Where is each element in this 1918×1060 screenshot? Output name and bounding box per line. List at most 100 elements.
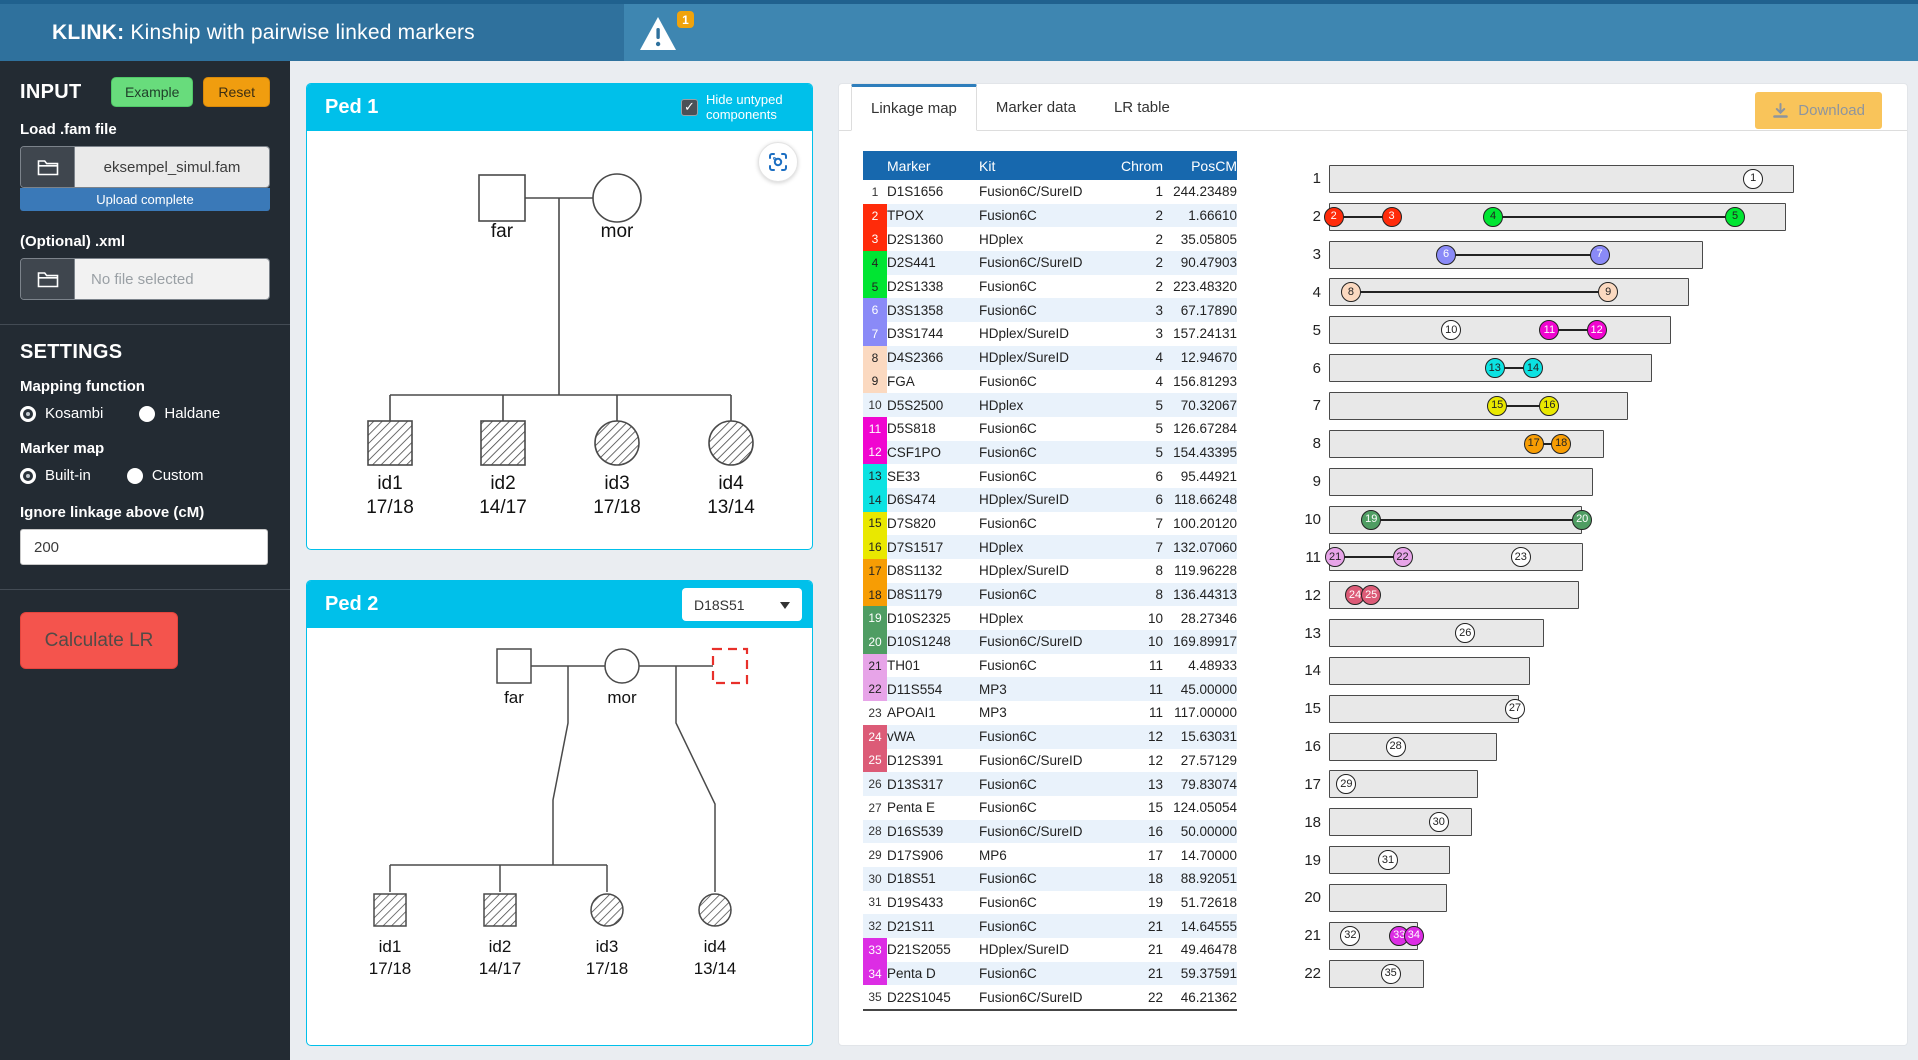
marker-table-row: 24vWAFusion6C1215.63031: [863, 725, 1237, 749]
marker-table-row: 4D2S441Fusion6C/SureID290.47903: [863, 251, 1237, 275]
hide-untyped-label: Hide untyped components: [706, 93, 802, 123]
download-label: Download: [1798, 102, 1865, 119]
marker-circle: 22: [1393, 547, 1413, 567]
ignore-linkage-input[interactable]: 200: [20, 529, 268, 565]
reset-button[interactable]: Reset: [203, 77, 270, 107]
marker-table-row: 28D16S539Fusion6C/SureID1650.00000: [863, 820, 1237, 844]
fam-file-input[interactable]: eksempel_simul.fam: [20, 146, 270, 188]
svg-text:17/18: 17/18: [593, 497, 641, 518]
app-title-bold: KLINK:: [52, 21, 124, 44]
marker-circle: 14: [1523, 358, 1543, 378]
chromosome-bar: [1329, 468, 1593, 496]
chevron-down-icon: [780, 602, 790, 614]
ped2-chart: far mor id1 17/18 id2 14/17 id3 17/18 id…: [307, 628, 812, 1045]
chromosome-label: 18: [1279, 814, 1321, 831]
marker-circle: 32: [1340, 926, 1360, 946]
example-button[interactable]: Example: [111, 77, 193, 107]
xml-placeholder-field[interactable]: No file selected: [75, 259, 269, 299]
chromosome-bar: 67: [1329, 241, 1703, 269]
chromosome-label: 7: [1279, 397, 1321, 414]
svg-text:13/14: 13/14: [694, 959, 737, 978]
svg-text:17/18: 17/18: [366, 497, 414, 518]
ped2-child2-symbol: [484, 894, 516, 926]
marker-table-row: 5D2S1338Fusion6C2223.48320: [863, 275, 1237, 299]
svg-text:17/18: 17/18: [369, 959, 412, 978]
fam-filename-field[interactable]: eksempel_simul.fam: [75, 147, 269, 187]
input-heading: INPUT: [20, 81, 101, 104]
tab-linkage-map[interactable]: Linkage map: [851, 84, 977, 131]
radio-haldane[interactable]: Haldane: [139, 405, 220, 422]
marker-link-line: [1351, 291, 1608, 293]
marker-table-row: 13SE33Fusion6C695.44921: [863, 464, 1237, 488]
radio-custom[interactable]: Custom: [127, 467, 204, 484]
marker-table-header: Marker Kit Chrom PosCM: [863, 151, 1237, 180]
radio-label: Haldane: [164, 405, 220, 422]
chromosome-label: 19: [1279, 852, 1321, 869]
marker-circle: 19: [1361, 510, 1381, 530]
chromosome-label: 14: [1279, 662, 1321, 679]
chromosome-row: 1527: [1279, 690, 1899, 728]
chromosome-label: 17: [1279, 776, 1321, 793]
ped2-title: Ped 2: [325, 593, 682, 616]
ped2-child3-symbol: [591, 894, 623, 926]
folder-icon[interactable]: [21, 259, 75, 299]
tab-marker-data[interactable]: Marker data: [977, 84, 1095, 130]
marker-circle: 12: [1587, 320, 1607, 340]
ped2-marker-dropdown[interactable]: D18S51: [682, 588, 802, 621]
radio-kosambi[interactable]: Kosambi: [20, 405, 103, 422]
klink-app: KLINK: Kinship with pairwise linked mark…: [0, 0, 1918, 1060]
chromosome-bar: 323334: [1329, 922, 1418, 950]
radio-dot[interactable]: [20, 406, 36, 422]
chromosome-bar: 29: [1329, 770, 1478, 798]
hide-untyped-checkbox-group[interactable]: ✓ Hide untyped components: [681, 93, 802, 123]
marker-table-row: 20D10S1248Fusion6C/SureID10169.89917: [863, 630, 1237, 654]
chromosome-row: 367: [1279, 236, 1899, 274]
fam-file-label: Load .fam file: [20, 121, 270, 138]
ped2-marker-dropdown-value: D18S51: [694, 597, 745, 613]
marker-circle: 35: [1381, 964, 1401, 984]
chromosome-row: 1628: [1279, 728, 1899, 766]
chromosome-bar: 1516: [1329, 392, 1628, 420]
marker-circle: 6: [1436, 245, 1456, 265]
marker-table-row: 33D21S2055HDplex/SureID2149.46478: [863, 938, 1237, 962]
chromosome-row: 81718: [1279, 425, 1899, 463]
marker-circle: 17: [1524, 434, 1544, 454]
marker-table-row: 9FGAFusion6C4156.81293: [863, 370, 1237, 394]
chromosome-bar: 30: [1329, 808, 1472, 836]
svg-text:13/14: 13/14: [707, 497, 755, 518]
tab-bar: Linkage map Marker data LR table: [839, 84, 1907, 131]
marker-table-row: 29D17S906MP61714.70000: [863, 843, 1237, 867]
marker-circle: 9: [1598, 282, 1618, 302]
xml-file-input[interactable]: No file selected: [20, 258, 270, 300]
chromosome-label: 10: [1279, 511, 1321, 528]
calculate-lr-button[interactable]: Calculate LR: [20, 612, 178, 669]
brand-block: KLINK: Kinship with pairwise linked mark…: [0, 4, 624, 61]
sidebar: INPUT Example Reset Load .fam file eksem…: [0, 61, 290, 1060]
tab-lr-table[interactable]: LR table: [1095, 84, 1189, 130]
chromosome-bar: 1314: [1329, 354, 1652, 382]
chromosome-bar: 1: [1329, 165, 1794, 193]
radio-dot[interactable]: [20, 468, 36, 484]
marker-table-row: 2TPOXFusion6C21.66610: [863, 204, 1237, 228]
chromosome-label: 13: [1279, 625, 1321, 642]
chromosome-label: 4: [1279, 284, 1321, 301]
notification-warning-icon[interactable]: 1: [638, 13, 696, 57]
ped1-father-symbol: [479, 175, 525, 221]
chromosome-label: 20: [1279, 889, 1321, 906]
download-button[interactable]: Download: [1755, 92, 1882, 129]
chromosome-row: 11212223: [1279, 538, 1899, 576]
radio-dot[interactable]: [127, 468, 143, 484]
marker-link-line: [1371, 519, 1582, 521]
marker-table-row: 15D7S820Fusion6C7100.20120: [863, 512, 1237, 536]
radio-built-in[interactable]: Built-in: [20, 467, 91, 484]
download-icon: [1772, 102, 1789, 119]
marker-table-row: 1D1S1656Fusion6C/SureID1244.23489: [863, 180, 1237, 204]
radio-dot[interactable]: [139, 406, 155, 422]
ped1-panel: Ped 1 ✓ Hide untyped components: [306, 83, 813, 550]
top-header-bar: KLINK: Kinship with pairwise linked mark…: [0, 0, 1918, 61]
hide-untyped-checkbox[interactable]: ✓: [681, 99, 698, 116]
marker-table-row: 25D12S391Fusion6C/SureID1227.57129: [863, 749, 1237, 773]
marker-circle: 20: [1572, 510, 1592, 530]
folder-icon[interactable]: [21, 147, 75, 187]
marker-circle: 21: [1325, 547, 1345, 567]
